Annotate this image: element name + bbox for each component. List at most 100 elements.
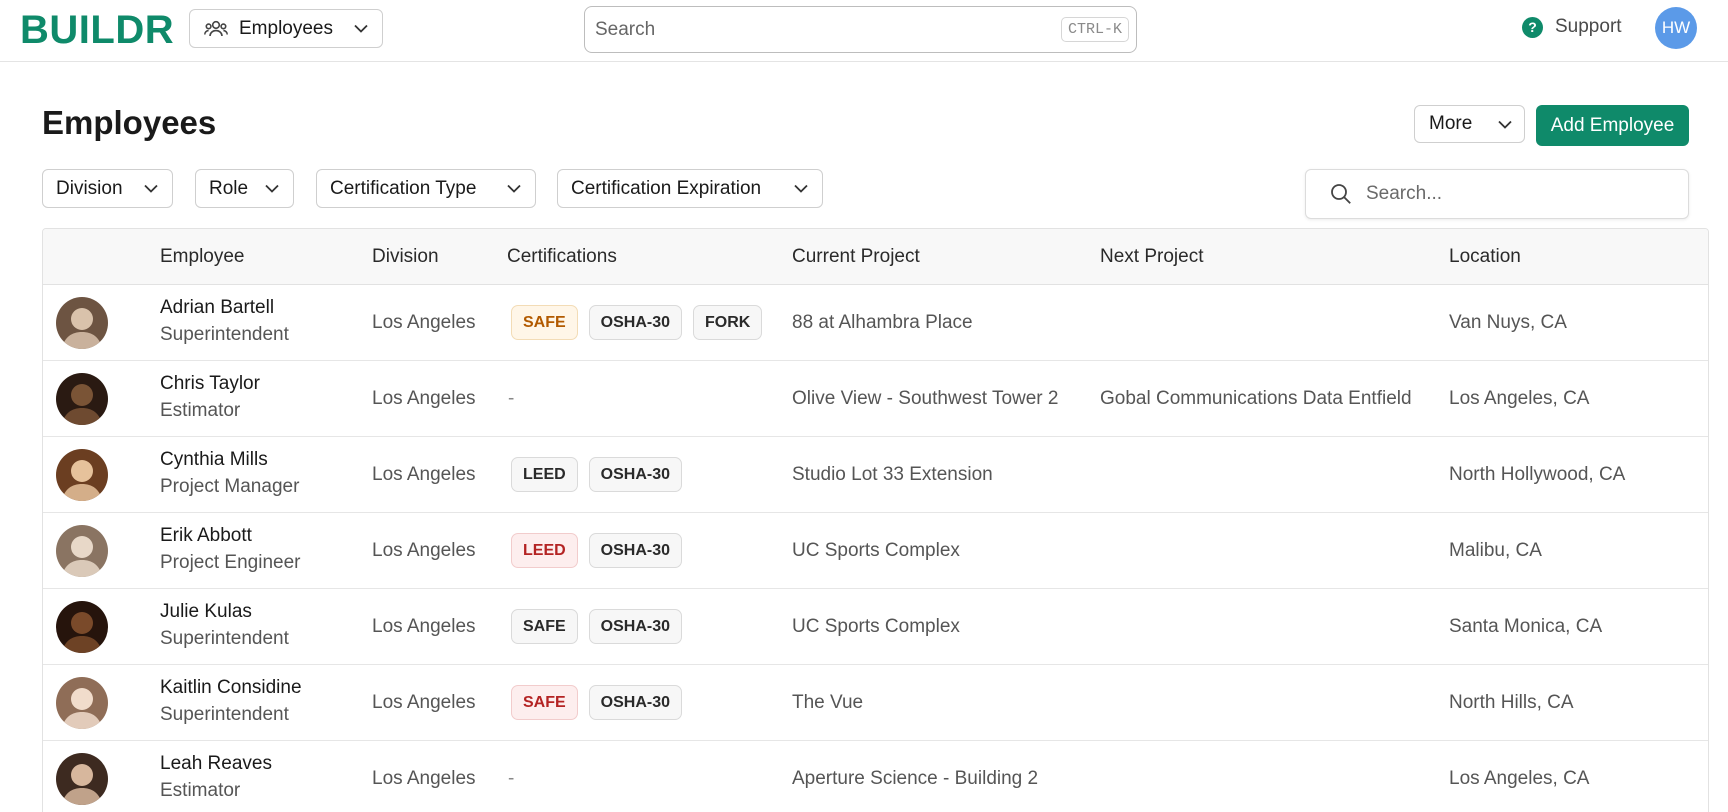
chevron-down-icon <box>265 184 279 193</box>
user-avatar[interactable]: HW <box>1655 7 1697 49</box>
employee-role: Superintendent <box>160 704 289 725</box>
chevron-down-icon <box>144 184 158 193</box>
employee-name[interactable]: Cynthia Mills <box>160 449 268 471</box>
certification-badge[interactable]: OSHA-30 <box>588 609 683 644</box>
current-project-cell[interactable]: Studio Lot 33 Extension <box>792 464 993 486</box>
current-project-cell[interactable]: Olive View - Southwest Tower 2 <box>792 388 1058 410</box>
chevron-down-icon <box>1498 120 1512 129</box>
column-header-certifications[interactable]: Certifications <box>507 246 617 268</box>
location-cell: Malibu, CA <box>1449 540 1542 561</box>
filter-label: Division <box>56 177 123 199</box>
search-icon <box>1331 184 1351 204</box>
column-header-division[interactable]: Division <box>372 246 439 268</box>
current-project-cell[interactable]: UC Sports Complex <box>792 616 960 638</box>
module-label: Employees <box>239 17 333 39</box>
table-row[interactable]: Erik Abbott Project Engineer Los Angeles… <box>43 513 1708 589</box>
certification-badges: LEED OSHA-30 <box>511 533 683 568</box>
help-circle-icon: ? <box>1522 16 1543 38</box>
table-row[interactable]: Julie Kulas Superintendent Los Angeles S… <box>43 589 1708 665</box>
employee-role: Estimator <box>160 400 241 421</box>
table-search-input[interactable] <box>1366 183 1688 205</box>
employee-role: Project Engineer <box>160 552 301 573</box>
certification-badge[interactable]: OSHA-30 <box>588 305 683 340</box>
avatar <box>56 373 108 425</box>
chevron-down-icon <box>354 24 368 33</box>
employee-name[interactable]: Kaitlin Considine <box>160 677 302 699</box>
filter-role[interactable]: Role <box>195 169 294 208</box>
division-cell: Los Angeles <box>372 616 476 637</box>
current-project-cell[interactable]: UC Sports Complex <box>792 540 960 562</box>
certification-badge[interactable]: FORK <box>693 305 763 340</box>
table-row[interactable]: Cynthia Mills Project Manager Los Angele… <box>43 437 1708 513</box>
table-header: Employee Division Certifications Current… <box>43 229 1708 285</box>
division-cell: Los Angeles <box>372 768 476 789</box>
page-title: Employees <box>42 104 217 141</box>
table-row[interactable]: Kaitlin Considine Superintendent Los Ang… <box>43 665 1708 741</box>
avatar <box>56 677 108 729</box>
division-cell: Los Angeles <box>372 540 476 561</box>
avatar <box>56 753 108 805</box>
current-project-cell[interactable]: Aperture Science - Building 2 <box>792 768 1038 790</box>
current-project-cell[interactable]: 88 at Alhambra Place <box>792 312 973 334</box>
people-icon <box>204 20 228 36</box>
table-row[interactable]: Leah Reaves Estimator Los Angeles - Aper… <box>43 741 1708 812</box>
division-cell: Los Angeles <box>372 312 476 333</box>
no-certifications: - <box>508 768 515 789</box>
top-bar: BUILDR Employees CTRL-K ? Support HW <box>0 0 1728 62</box>
filter-division[interactable]: Division <box>42 169 173 208</box>
employee-name[interactable]: Adrian Bartell <box>160 297 274 319</box>
certification-badge[interactable]: OSHA-30 <box>588 457 683 492</box>
column-header-location[interactable]: Location <box>1449 246 1521 268</box>
avatar <box>56 525 108 577</box>
certification-badges: SAFE OSHA-30 FORK <box>511 305 763 340</box>
location-cell: Santa Monica, CA <box>1449 616 1603 637</box>
certification-badge[interactable]: LEED <box>511 533 578 568</box>
location-cell: Los Angeles, CA <box>1449 768 1590 789</box>
certification-badges: SAFE OSHA-30 <box>511 609 683 644</box>
support-label: Support <box>1555 16 1622 37</box>
filter-certification-type[interactable]: Certification Type <box>316 169 536 208</box>
table-search[interactable] <box>1305 169 1689 219</box>
app-logo[interactable]: BUILDR <box>20 8 174 52</box>
certification-badge[interactable]: OSHA-30 <box>588 533 683 568</box>
add-employee-button[interactable]: Add Employee <box>1536 105 1689 146</box>
division-cell: Los Angeles <box>372 692 476 713</box>
certification-badge[interactable]: OSHA-30 <box>588 685 683 720</box>
avatar <box>56 601 108 653</box>
employee-name[interactable]: Chris Taylor <box>160 373 260 395</box>
certification-badge[interactable]: LEED <box>511 457 578 492</box>
chevron-down-icon <box>794 184 808 193</box>
next-project-cell[interactable]: Gobal Communications Data Entfield <box>1100 388 1412 410</box>
location-cell: Van Nuys, CA <box>1449 312 1567 333</box>
certification-badge[interactable]: SAFE <box>511 609 578 644</box>
employee-role: Project Manager <box>160 476 300 497</box>
certification-badge[interactable]: SAFE <box>511 305 578 340</box>
location-cell: Los Angeles, CA <box>1449 388 1590 409</box>
shortcut-hint: CTRL-K <box>1060 17 1129 42</box>
filter-label: Certification Expiration <box>571 177 762 199</box>
chevron-down-icon <box>507 184 521 193</box>
column-header-employee[interactable]: Employee <box>160 246 245 268</box>
support-link[interactable]: ? Support <box>1522 16 1622 38</box>
division-cell: Los Angeles <box>372 388 476 409</box>
avatar <box>56 297 108 349</box>
employee-name[interactable]: Leah Reaves <box>160 753 272 775</box>
certification-badge[interactable]: SAFE <box>511 685 578 720</box>
table-row[interactable]: Adrian Bartell Superintendent Los Angele… <box>43 285 1708 361</box>
table-row[interactable]: Chris Taylor Estimator Los Angeles - Oli… <box>43 361 1708 437</box>
filter-certification-expiration[interactable]: Certification Expiration <box>557 169 823 208</box>
column-header-next-project[interactable]: Next Project <box>1100 246 1203 268</box>
employee-name[interactable]: Erik Abbott <box>160 525 252 547</box>
global-search-input[interactable] <box>595 18 1061 41</box>
location-cell: North Hills, CA <box>1449 692 1574 713</box>
module-switcher[interactable]: Employees <box>189 9 383 48</box>
employees-table: Employee Division Certifications Current… <box>42 228 1709 812</box>
employee-name[interactable]: Julie Kulas <box>160 601 252 623</box>
current-project-cell[interactable]: The Vue <box>792 692 863 714</box>
avatar <box>56 449 108 501</box>
global-search[interactable]: CTRL-K <box>584 6 1137 53</box>
employee-role: Superintendent <box>160 628 289 649</box>
column-header-current-project[interactable]: Current Project <box>792 246 920 268</box>
more-button[interactable]: More <box>1414 105 1525 143</box>
certification-badges: SAFE OSHA-30 <box>511 685 683 720</box>
